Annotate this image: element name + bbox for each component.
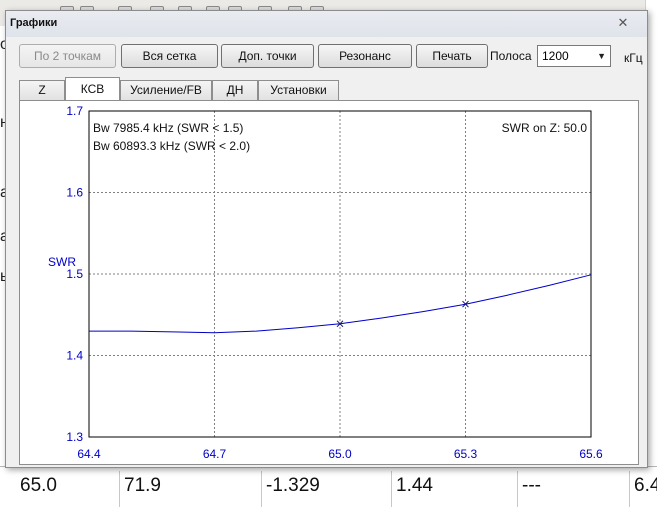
y-tick-label: 1.6 — [66, 186, 83, 200]
background-table-row: 65.0 71.9 -1.329 1.44 --- 6.4 — [0, 466, 657, 507]
charts-dialog: Графики ✕ По 2 точкам Вся сетка Доп. точ… — [5, 10, 648, 468]
band-unit-label: кГц — [624, 51, 643, 65]
close-icon[interactable]: ✕ — [605, 14, 641, 32]
tab-settings[interactable]: Установки — [258, 80, 339, 100]
x-tick-label: 65.0 — [328, 447, 352, 461]
reference-impedance-annotation: SWR on Z: 50.0 — [502, 121, 588, 135]
y-tick-label: 1.4 — [66, 349, 83, 363]
tab-pattern[interactable]: ДН — [212, 80, 258, 100]
x-tick-label: 65.6 — [579, 447, 603, 461]
chevron-down-icon[interactable]: ▼ — [597, 46, 606, 66]
bandwidth-annotation: Bw 7985.4 kHz (SWR < 1.5) — [93, 121, 243, 135]
dialog-titlebar[interactable]: Графики ✕ — [6, 11, 647, 37]
dialog-title: Графики — [10, 17, 58, 29]
band-select[interactable]: 1200 ▼ — [537, 45, 611, 67]
by-two-points-button[interactable]: По 2 точкам — [19, 44, 116, 68]
y-axis-label: SWR — [48, 255, 76, 269]
x-tick-label: 65.3 — [454, 447, 478, 461]
y-tick-label: 1.3 — [66, 430, 83, 444]
full-grid-button[interactable]: Вся сетка — [121, 44, 218, 68]
tab-gain-fb[interactable]: Усиление/FB — [120, 80, 212, 100]
extra-points-button[interactable]: Доп. точки — [221, 44, 314, 68]
y-tick-label: 1.5 — [66, 267, 83, 281]
print-button[interactable]: Печать — [416, 44, 488, 68]
band-select-value: 1200 — [542, 49, 569, 63]
band-label: Полоса — [490, 49, 532, 63]
resonance-button[interactable]: Резонанс — [318, 44, 412, 68]
tab-z[interactable]: Z — [19, 80, 65, 100]
x-tick-label: 64.4 — [77, 447, 101, 461]
swr-chart: 64.4 64.7 65.0 65.3 65.6 1.3 1.4 1.5 1.6 1.7 SWR B… — [48, 104, 603, 461]
x-tick-label: 64.7 — [203, 447, 227, 461]
y-tick-label: 1.7 — [66, 104, 83, 118]
tab-swr[interactable]: КСВ — [65, 77, 120, 100]
bandwidth-annotation: Bw 60893.3 kHz (SWR < 2.0) — [93, 139, 250, 153]
chart-tabs: Z КСВ Усиление/FB ДН Установки — [19, 77, 639, 100]
swr-chart-panel: 64.4 64.7 65.0 65.3 65.6 1.3 1.4 1.5 1.6 1.7 SWR B… — [19, 100, 639, 465]
chart-toolbar: По 2 точкам Вся сетка Доп. точки Резонан… — [6, 44, 647, 70]
